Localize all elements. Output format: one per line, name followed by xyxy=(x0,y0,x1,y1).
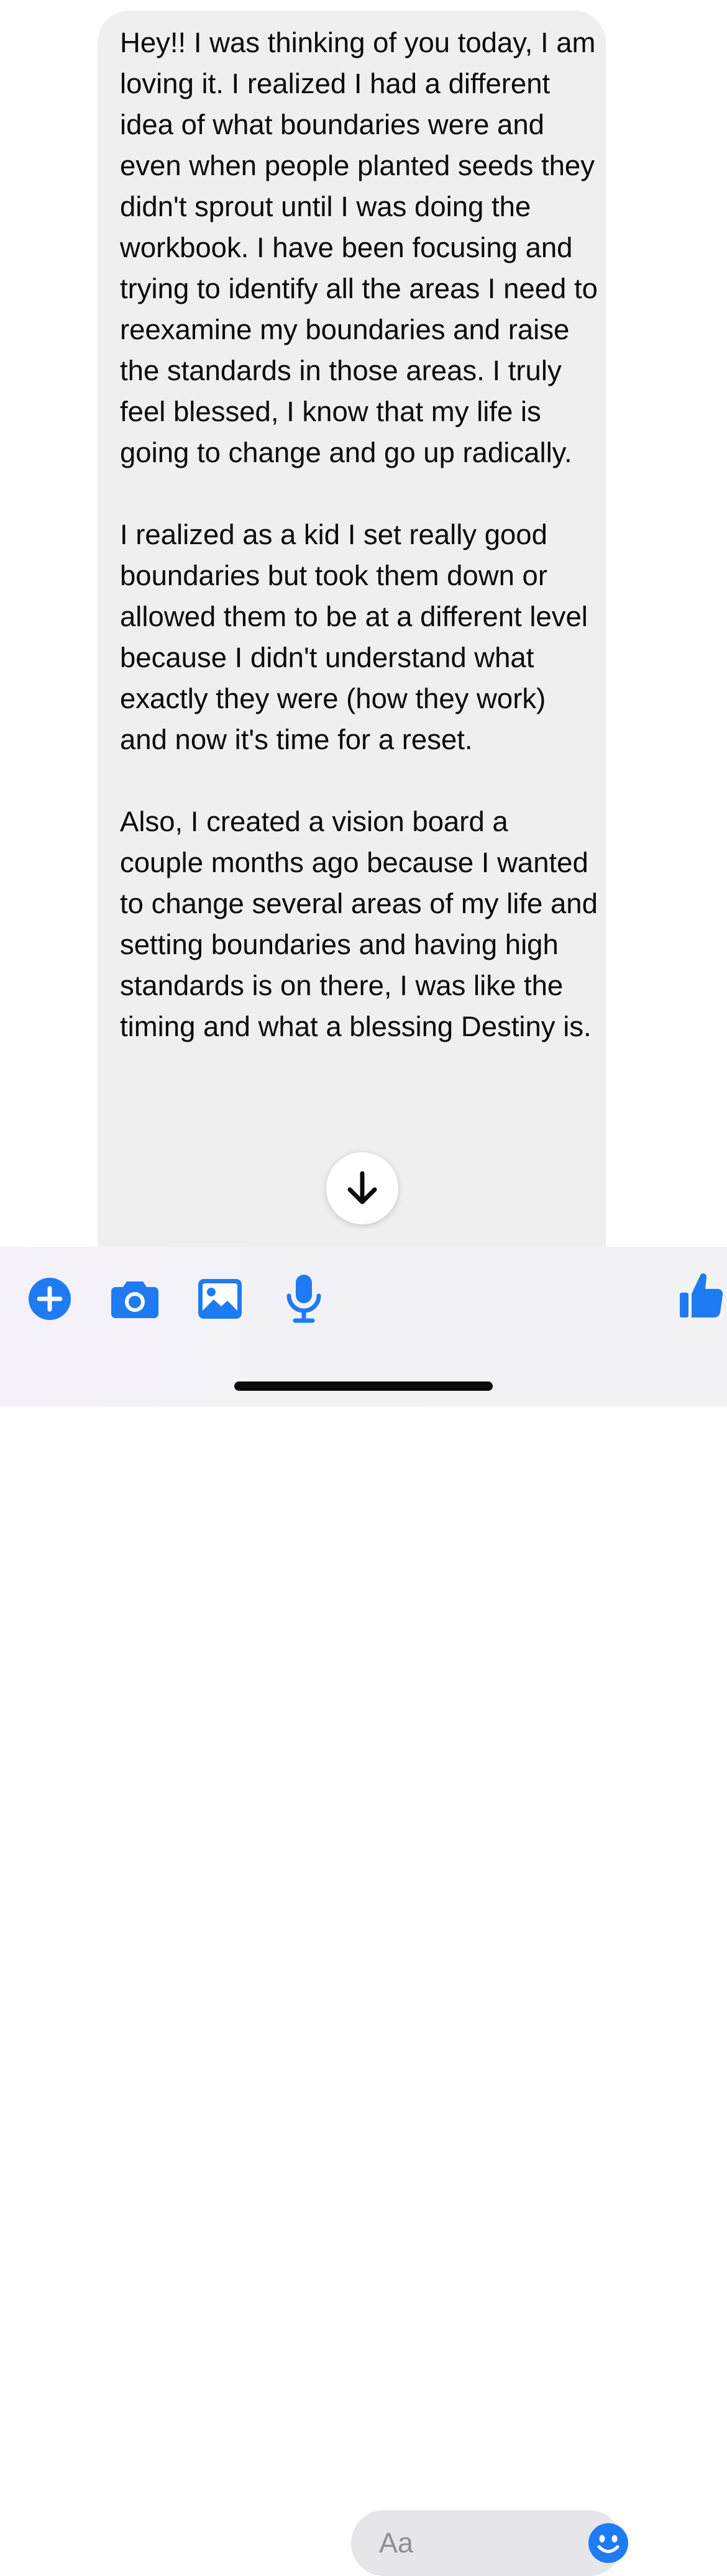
message-input[interactable] xyxy=(379,2510,565,2576)
camera-icon[interactable] xyxy=(111,1279,159,1319)
arrow-down-icon xyxy=(347,1171,377,1204)
plus-icon[interactable] xyxy=(28,1277,71,1321)
composer-bar xyxy=(0,1247,727,2576)
thumbs-up-icon[interactable] xyxy=(679,1272,724,1319)
message-paragraph-2: I realized as a kid I set really good bo… xyxy=(120,519,588,755)
message-paragraph-3: Also, I created a vision board a couple … xyxy=(120,806,598,1042)
message-paragraph-1: Hey!! I was thinking of you today, I am … xyxy=(120,27,598,468)
scroll-to-bottom-button[interactable] xyxy=(326,1152,398,1224)
home-indicator xyxy=(234,1381,493,1391)
microphone-icon[interactable] xyxy=(285,1273,323,1323)
emoji-icon[interactable] xyxy=(588,2523,629,2564)
message-input-field[interactable] xyxy=(351,2510,628,2576)
message-text: Hey!! I was thinking of you today, I am … xyxy=(120,22,598,1088)
photo-icon[interactable] xyxy=(198,1278,242,1319)
